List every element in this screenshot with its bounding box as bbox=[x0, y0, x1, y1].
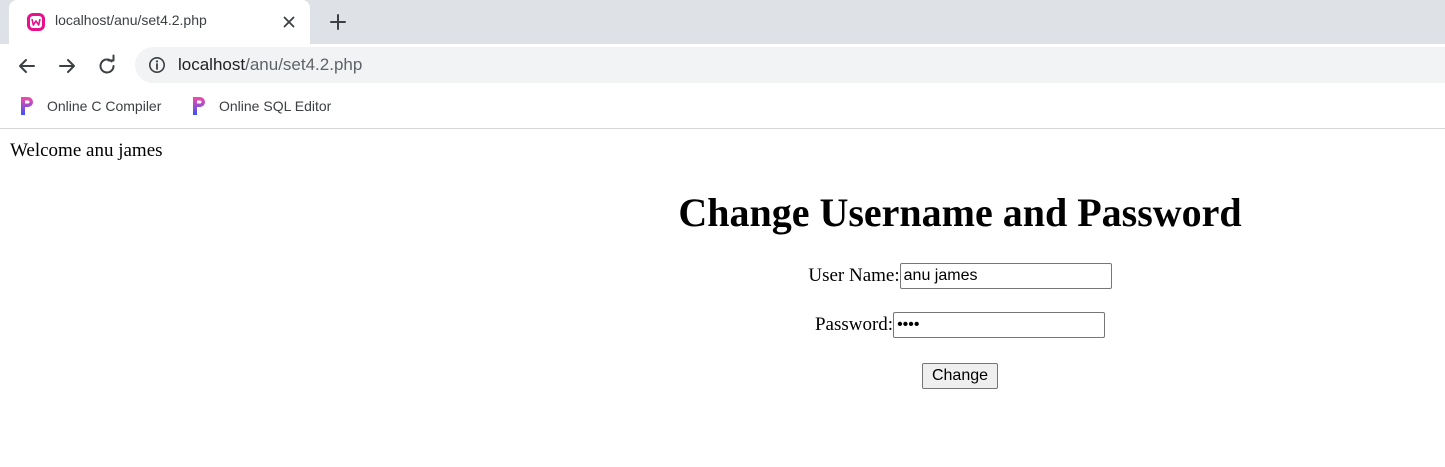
url-path: /anu/set4.2.php bbox=[245, 55, 363, 74]
new-tab-icon[interactable] bbox=[326, 10, 350, 34]
wampserver-icon bbox=[27, 13, 45, 31]
username-label: User Name: bbox=[808, 265, 900, 286]
change-button[interactable]: Change bbox=[921, 363, 999, 389]
submit-row: Change bbox=[475, 363, 1445, 389]
url-host: localhost bbox=[178, 55, 246, 74]
back-arrow-icon[interactable] bbox=[15, 54, 39, 78]
page-content: Welcome anu james Change Username and Pa… bbox=[0, 129, 1445, 467]
info-icon[interactable] bbox=[148, 56, 166, 74]
bookmark-label: Online SQL Editor bbox=[219, 98, 332, 114]
browser-toolbar: localhost/anu/set4.2.php bbox=[0, 44, 1445, 88]
tab-title: localhost/anu/set4.2.php bbox=[55, 12, 207, 28]
password-label: Password: bbox=[814, 314, 894, 335]
bookmark-label: Online C Compiler bbox=[47, 98, 162, 114]
close-icon[interactable] bbox=[280, 13, 298, 31]
username-field[interactable] bbox=[899, 263, 1112, 289]
password-field[interactable] bbox=[893, 312, 1106, 338]
forward-arrow-icon[interactable] bbox=[55, 54, 79, 78]
reload-icon[interactable] bbox=[95, 54, 119, 78]
programiz-icon bbox=[21, 97, 33, 115]
page-title: Change Username and Password bbox=[678, 190, 1242, 235]
welcome-text: Welcome anu james bbox=[10, 140, 163, 161]
programiz-icon bbox=[193, 97, 205, 115]
address-bar[interactable]: localhost/anu/set4.2.php bbox=[135, 47, 1445, 83]
bookmarks-bar: Online C Compiler Online SQL Editor bbox=[0, 88, 1445, 129]
password-row: Password: bbox=[475, 312, 1445, 338]
browser-tab[interactable]: localhost/anu/set4.2.php bbox=[9, 0, 310, 44]
username-row: User Name: bbox=[475, 263, 1445, 289]
url-text: localhost/anu/set4.2.php bbox=[178, 55, 362, 75]
tab-strip: localhost/anu/set4.2.php bbox=[0, 0, 1445, 44]
